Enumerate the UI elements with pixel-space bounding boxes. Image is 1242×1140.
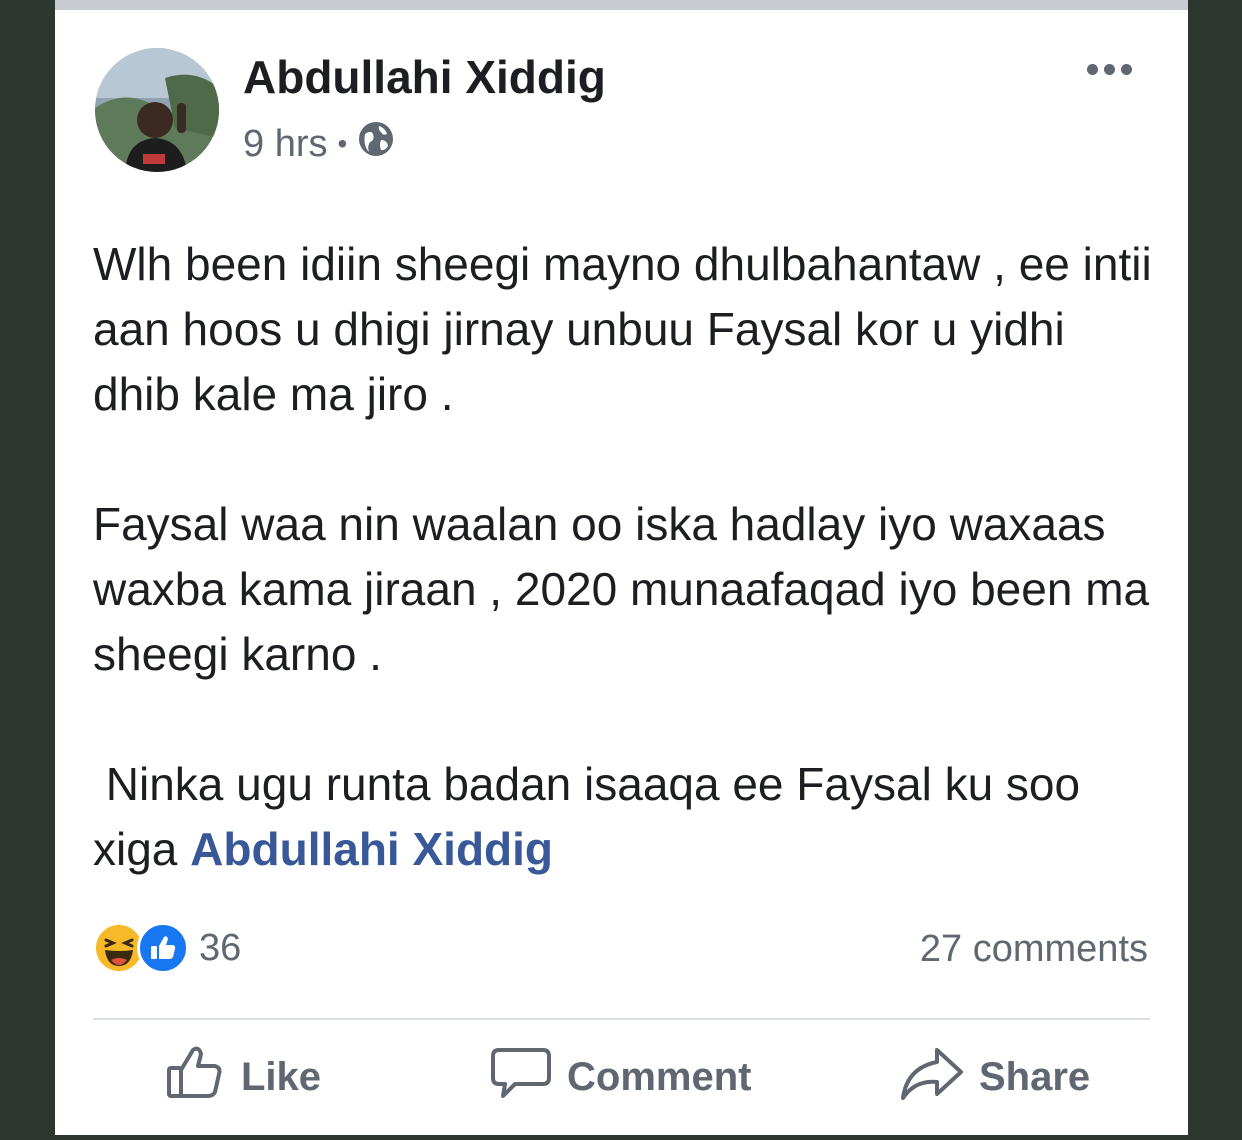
reactions-summary[interactable]: 36 [93,922,241,974]
globe-icon [357,120,395,168]
action-bar: Like Comment Share [93,1040,1150,1140]
post-meta: 9 hrs • [243,120,395,168]
post-card: Abdullahi Xiddig 9 hrs • Wlh been idiin … [55,0,1188,1135]
thumbs-up-icon [163,1040,227,1114]
author-name[interactable]: Abdullahi Xiddig [243,50,606,104]
share-icon [899,1040,965,1114]
meta-separator: • [337,128,348,159]
share-button[interactable]: Share [899,1040,1090,1114]
more-options-icon[interactable] [1087,64,1132,75]
like-label: Like [241,1054,322,1099]
comments-count[interactable]: 27 comments [920,928,1148,971]
comment-icon [489,1040,553,1114]
post-paragraph: Ninka ugu runta badan isaaqa ee Faysal k… [93,752,1163,882]
avatar[interactable] [95,48,219,172]
comment-label: Comment [567,1054,752,1099]
share-label: Share [979,1054,1091,1099]
mention-link[interactable]: Abdullahi Xiddig [190,823,553,875]
divider [93,1018,1150,1020]
post-time[interactable]: 9 hrs [243,123,327,166]
like-button[interactable]: Like [163,1040,321,1114]
dot-icon [1104,64,1115,75]
post-paragraph: Faysal waa nin waalan oo iska hadlay iyo… [93,498,1150,680]
reaction-count: 36 [199,926,242,969]
post-paragraph: Wlh been idiin sheegi mayno dhulbahantaw… [93,238,1152,420]
post-body: Wlh been idiin sheegi mayno dhulbahantaw… [93,232,1163,882]
dot-icon [1087,64,1098,75]
dot-icon [1121,64,1132,75]
comment-button[interactable]: Comment [489,1040,751,1114]
like-icon [137,922,189,974]
